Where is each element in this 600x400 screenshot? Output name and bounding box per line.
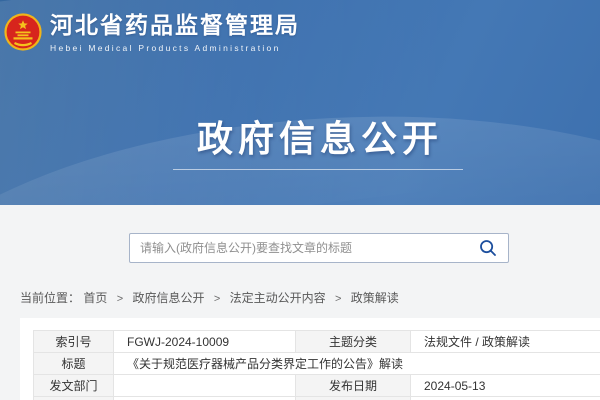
table-row: 发文部门 发布日期 2024-05-13 (34, 375, 600, 397)
department-label: 发文部门 (34, 375, 114, 397)
date-value: 2024-05-13 (411, 375, 600, 397)
table-row: 索引号 FGWJ-2024-10009 主题分类 法规文件 / 政策解读 (34, 331, 600, 353)
page: 河北省药品监督管理局 Hebei Medical Products Admini… (0, 0, 600, 400)
table-row-partial (34, 397, 600, 400)
department-value (114, 375, 296, 397)
search-button[interactable] (473, 234, 508, 262)
category-label: 主题分类 (296, 331, 411, 353)
info-table: 索引号 FGWJ-2024-10009 主题分类 法规文件 / 政策解读 标题 … (33, 330, 600, 400)
title-underline (173, 169, 463, 170)
breadcrumb-separator: > (335, 293, 341, 305)
title-label: 标题 (34, 353, 114, 375)
breadcrumb-prefix: 当前位置： (20, 291, 80, 305)
org-name-en: Hebei Medical Products Administration (50, 43, 300, 53)
site-header: 河北省药品监督管理局 Hebei Medical Products Admini… (0, 0, 600, 205)
breadcrumb-gov-info[interactable]: 政府信息公开 (133, 291, 205, 305)
site-logo[interactable]: 河北省药品监督管理局 Hebei Medical Products Admini… (4, 12, 300, 53)
org-name: 河北省药品监督管理局 (50, 12, 300, 40)
date-label: 发布日期 (296, 375, 411, 397)
index-value: FGWJ-2024-10009 (114, 331, 296, 353)
national-emblem-icon (4, 13, 42, 51)
breadcrumb-separator: > (214, 293, 220, 305)
breadcrumb-home[interactable]: 首页 (83, 291, 107, 305)
table-row: 标题 《关于规范医疗器械产品分类界定工作的公告》解读 (34, 353, 600, 375)
org-names: 河北省药品监督管理局 Hebei Medical Products Admini… (50, 12, 300, 53)
category-value: 法规文件 / 政策解读 (411, 331, 600, 353)
breadcrumb-statutory-disclosure[interactable]: 法定主动公开内容 (230, 291, 326, 305)
page-title: 政府信息公开 (0, 110, 600, 162)
search-box (129, 233, 509, 263)
breadcrumb-policy-interpretation[interactable]: 政策解读 (351, 291, 399, 305)
content-panel: 索引号 FGWJ-2024-10009 主题分类 法规文件 / 政策解读 标题 … (20, 318, 600, 400)
search-icon (479, 239, 497, 257)
breadcrumb-separator: > (117, 293, 123, 305)
index-label: 索引号 (34, 331, 114, 353)
search-input[interactable] (130, 234, 473, 262)
breadcrumb: 当前位置： 首页 > 政府信息公开 > 法定主动公开内容 > 政策解读 (20, 289, 399, 306)
title-value: 《关于规范医疗器械产品分类界定工作的公告》解读 (114, 353, 600, 375)
